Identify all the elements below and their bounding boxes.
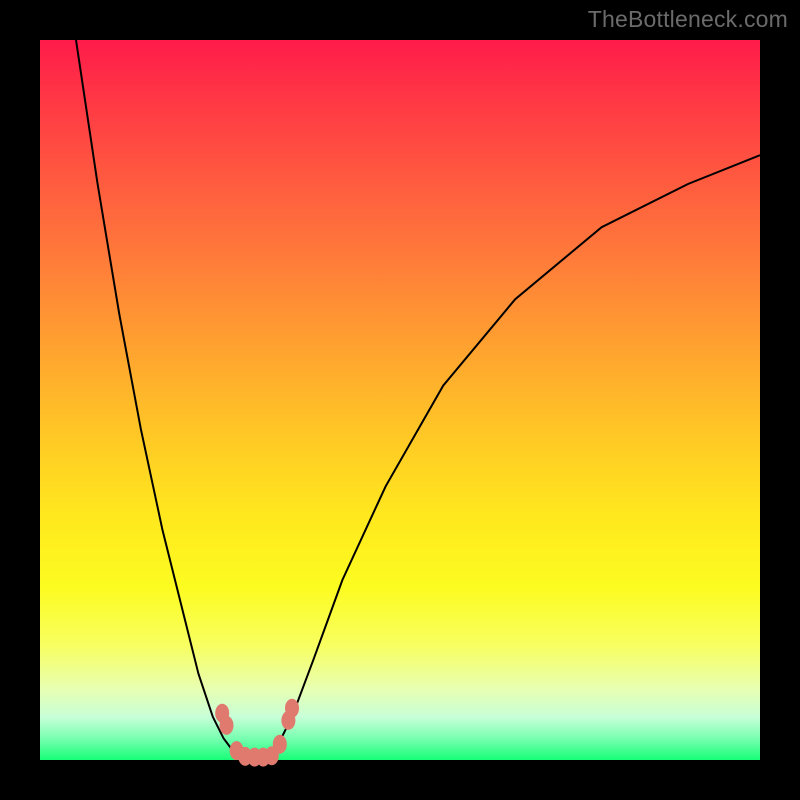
marker-dot <box>286 699 299 717</box>
marker-dot <box>273 735 286 753</box>
curve-svg <box>40 40 760 760</box>
watermark-text: TheBottleneck.com <box>588 6 788 33</box>
plot-area <box>40 40 760 760</box>
trough-markers <box>216 699 299 766</box>
curve-left-branch <box>76 40 242 760</box>
chart-frame: TheBottleneck.com <box>0 0 800 800</box>
marker-dot <box>220 716 233 734</box>
curve-right-branch <box>270 155 760 760</box>
